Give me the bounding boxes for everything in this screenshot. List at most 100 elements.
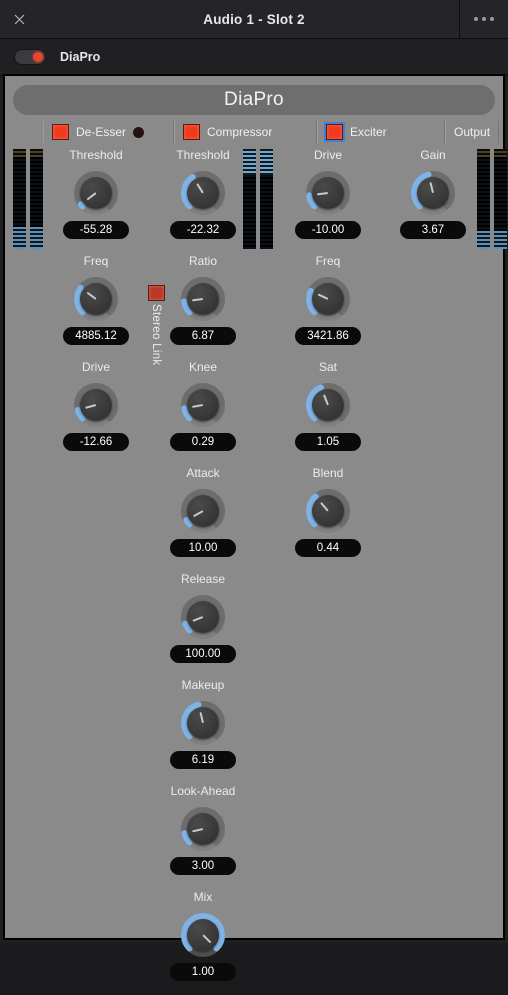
control-label: Sat <box>318 360 337 374</box>
plugin-enable-strip: DiaPro <box>0 39 508 76</box>
knob-gain[interactable] <box>408 168 458 218</box>
value-mix[interactable]: 1.00 <box>170 963 236 981</box>
bypass-dot-icon[interactable] <box>133 126 145 138</box>
control-label: Ratio <box>188 254 217 268</box>
column-exciter: Drive -10.00 Freq 3421.86 Sat 1.05 Blend 0. <box>273 147 383 571</box>
value-release[interactable]: 100.00 <box>170 645 236 663</box>
value-threshold[interactable]: -55.28 <box>63 221 129 239</box>
value-gain[interactable]: 3.67 <box>400 221 466 239</box>
control-label: Threshold <box>69 148 123 162</box>
value-drive[interactable]: -10.00 <box>295 221 361 239</box>
input-meter-left <box>13 149 26 249</box>
control-gain: Gain 3.67 <box>378 147 488 239</box>
value-freq[interactable]: 3421.86 <box>295 327 361 345</box>
input-meter <box>13 149 43 249</box>
column-compressor: Threshold -22.32 Ratio 6.87 Knee 0.29 Attac… <box>148 147 258 995</box>
control-label: Drive <box>81 360 110 374</box>
led-button-compressor[interactable] <box>183 124 200 140</box>
control-freq: Freq 4885.12 <box>41 253 151 345</box>
knob-mix[interactable] <box>178 910 228 960</box>
control-knee: Knee 0.29 <box>148 359 258 451</box>
plugin-power-toggle[interactable] <box>14 49 46 65</box>
control-drive: Drive -12.66 <box>41 359 151 451</box>
value-ratio[interactable]: 6.87 <box>170 327 236 345</box>
knob-knee[interactable] <box>178 380 228 430</box>
control-drive: Drive -10.00 <box>273 147 383 239</box>
plugin-title-banner: DiaPro <box>13 85 495 115</box>
knob-freq[interactable] <box>303 274 353 324</box>
control-label: Blend <box>312 466 344 480</box>
knob-cap <box>312 389 344 421</box>
control-freq: Freq 3421.86 <box>273 253 383 345</box>
control-label: Drive <box>313 148 342 162</box>
control-release: Release 100.00 <box>148 571 258 663</box>
knob-threshold[interactable] <box>178 168 228 218</box>
control-label: Freq <box>315 254 341 268</box>
controls-area: Stereo Link Threshold -55.28 Freq 4885.12… <box>5 143 507 981</box>
tab-label: Compressor <box>207 125 273 139</box>
control-label: Threshold <box>176 148 230 162</box>
column-output: Gain 3.67 <box>378 147 488 253</box>
led-button-exciter[interactable] <box>324 122 345 142</box>
window-title: Audio 1 - Slot 2 <box>203 11 305 27</box>
knob-cap <box>187 707 219 739</box>
power-led-icon <box>33 52 43 62</box>
knob-attack[interactable] <box>178 486 228 536</box>
control-label: Attack <box>186 466 220 480</box>
control-label: Release <box>180 572 226 586</box>
control-label: Look-Ahead <box>170 784 236 798</box>
knob-release[interactable] <box>178 592 228 642</box>
value-sat[interactable]: 1.05 <box>295 433 361 451</box>
value-threshold[interactable]: -22.32 <box>170 221 236 239</box>
tab-de-esser[interactable]: De-Esser <box>43 121 174 143</box>
value-drive[interactable]: -12.66 <box>63 433 129 451</box>
control-sat: Sat 1.05 <box>273 359 383 451</box>
knob-makeup[interactable] <box>178 698 228 748</box>
value-makeup[interactable]: 6.19 <box>170 751 236 769</box>
gain-reduction-meter-right <box>260 149 273 249</box>
knob-look-ahead[interactable] <box>178 804 228 854</box>
knob-drive[interactable] <box>71 380 121 430</box>
control-label: Makeup <box>181 678 225 692</box>
titlebar: Audio 1 - Slot 2 <box>0 0 508 39</box>
tab-compressor[interactable]: Compressor <box>174 121 317 143</box>
tab-label: De-Esser <box>76 125 127 139</box>
knob-cap <box>417 177 449 209</box>
knob-sat[interactable] <box>303 380 353 430</box>
close-icon[interactable] <box>0 0 38 38</box>
output-meter-right <box>494 149 507 249</box>
more-options-icon[interactable] <box>459 0 508 38</box>
knob-cap <box>187 177 219 209</box>
plugin-name-label: DiaPro <box>60 50 101 64</box>
control-blend: Blend 0.44 <box>273 465 383 557</box>
knob-cap <box>312 283 344 315</box>
tab-label: Exciter <box>350 125 387 139</box>
led-button-de-esser[interactable] <box>52 124 69 140</box>
control-label: Gain <box>420 148 446 162</box>
knob-freq[interactable] <box>71 274 121 324</box>
value-knee[interactable]: 0.29 <box>170 433 236 451</box>
control-ratio: Ratio 6.87 <box>148 253 258 345</box>
control-attack: Attack 10.00 <box>148 465 258 557</box>
column-de-esser: Threshold -55.28 Freq 4885.12 Drive -12.66 <box>41 147 151 465</box>
knob-cap <box>312 495 344 527</box>
control-look-ahead: Look-Ahead 3.00 <box>148 783 258 875</box>
control-label: Mix <box>193 890 213 904</box>
value-blend[interactable]: 0.44 <box>295 539 361 557</box>
tab-label: Output <box>454 125 491 139</box>
control-threshold: Threshold -55.28 <box>41 147 151 239</box>
knob-ratio[interactable] <box>178 274 228 324</box>
value-attack[interactable]: 10.00 <box>170 539 236 557</box>
value-look-ahead[interactable]: 3.00 <box>170 857 236 875</box>
value-freq[interactable]: 4885.12 <box>63 327 129 345</box>
section-tab-bar: De-Esser Compressor Exciter Output <box>43 121 500 143</box>
knob-drive[interactable] <box>303 168 353 218</box>
tab-exciter[interactable]: Exciter <box>317 121 445 143</box>
plugin-panel: DiaPro De-Esser Compressor Exciter Output <box>3 74 507 981</box>
control-threshold: Threshold -22.32 <box>148 147 258 239</box>
knob-blend[interactable] <box>303 486 353 536</box>
knob-threshold[interactable] <box>71 168 121 218</box>
tab-output[interactable]: Output <box>445 121 500 143</box>
plugin-window: Audio 1 - Slot 2 DiaPro DiaPro De-Esser C… <box>0 0 508 981</box>
control-label: Knee <box>188 360 218 374</box>
